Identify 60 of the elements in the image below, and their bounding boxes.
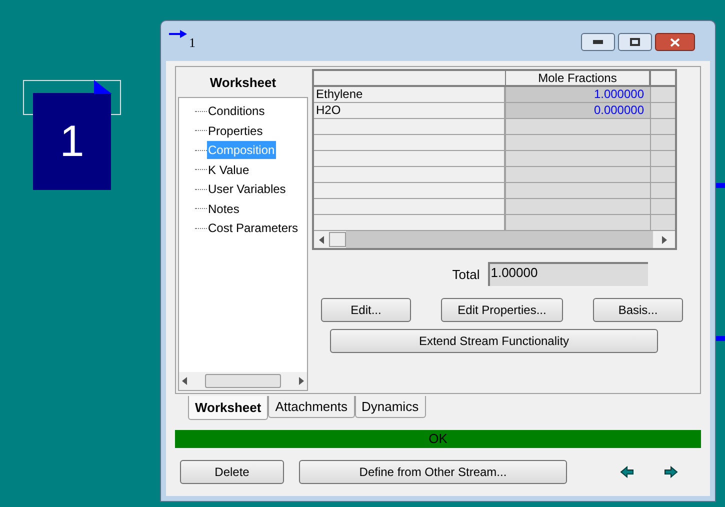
table-cell[interactable]: 1.000000	[506, 87, 651, 102]
scroll-thumb[interactable]	[329, 232, 346, 247]
tab[interactable]: Worksheet	[188, 396, 268, 420]
table-cell[interactable]	[506, 135, 651, 150]
horizontal-scrollbar[interactable]	[179, 372, 307, 390]
table-cell[interactable]	[506, 167, 651, 182]
tree-item[interactable]: Conditions	[207, 102, 266, 120]
table-cell[interactable]	[651, 103, 675, 118]
define-button[interactable]: Define from Other Stream...	[299, 460, 567, 484]
tree-item[interactable]: User Variables	[207, 180, 287, 198]
scroll-left-icon[interactable]	[319, 236, 324, 244]
extend-button[interactable]: Extend Stream Functionality	[330, 329, 658, 353]
column-header: Mole Fractions	[506, 71, 651, 85]
tree-item[interactable]: Cost Parameters	[207, 219, 300, 238]
tree-item[interactable]: K Value	[207, 160, 250, 179]
maximize-button[interactable]	[618, 33, 652, 51]
action-button[interactable]: Edit Properties...	[441, 298, 563, 322]
scroll-left-icon[interactable]	[182, 377, 187, 385]
action-button[interactable]: Edit...	[321, 298, 411, 322]
scroll-thumb[interactable]	[205, 374, 281, 388]
triangle-icon	[94, 80, 112, 94]
table-cell[interactable]	[506, 183, 651, 198]
table-cell[interactable]	[506, 151, 651, 166]
scroll-right-icon[interactable]	[299, 377, 304, 385]
table-cell[interactable]	[651, 167, 675, 182]
table-cell[interactable]	[651, 199, 675, 214]
table-cell[interactable]	[506, 119, 651, 134]
table-cell[interactable]	[651, 135, 675, 150]
close-icon	[670, 38, 680, 46]
tab[interactable]: Dynamics	[354, 396, 426, 418]
tab[interactable]: Attachments	[268, 396, 354, 418]
table-cell[interactable]	[651, 183, 675, 198]
minimize-icon	[593, 40, 603, 44]
delete-button[interactable]: Delete	[180, 460, 284, 484]
stream-block[interactable]: 1	[33, 93, 111, 190]
minimize-button[interactable]	[581, 33, 615, 51]
table-cell[interactable]	[651, 151, 675, 166]
back-arrow-icon[interactable]	[620, 466, 634, 478]
table-cell[interactable]	[651, 119, 675, 134]
tree-heading: Worksheet	[208, 74, 278, 92]
status-bar: OK	[175, 430, 701, 448]
maximize-icon	[630, 38, 640, 46]
arrow-icon	[169, 29, 187, 39]
stream-label: 1	[60, 120, 84, 164]
table-cell[interactable]	[651, 215, 675, 230]
scroll-right-icon[interactable]	[662, 236, 666, 244]
line-mark	[715, 336, 725, 341]
tree-item[interactable]: Notes	[207, 200, 240, 218]
table-cell[interactable]	[651, 87, 675, 102]
table-cell[interactable]	[506, 215, 651, 230]
forward-arrow-icon[interactable]	[664, 466, 678, 478]
line-mark	[715, 183, 725, 188]
table-cell[interactable]	[506, 199, 651, 214]
window-title: 1	[189, 34, 196, 52]
total-label: Total	[452, 266, 480, 284]
action-button[interactable]: Basis...	[593, 298, 683, 322]
close-button[interactable]	[655, 33, 695, 51]
total-field: 1.00000	[488, 262, 648, 286]
tree-item[interactable]: Properties	[207, 122, 264, 140]
table-cell[interactable]: 0.000000	[506, 103, 651, 118]
